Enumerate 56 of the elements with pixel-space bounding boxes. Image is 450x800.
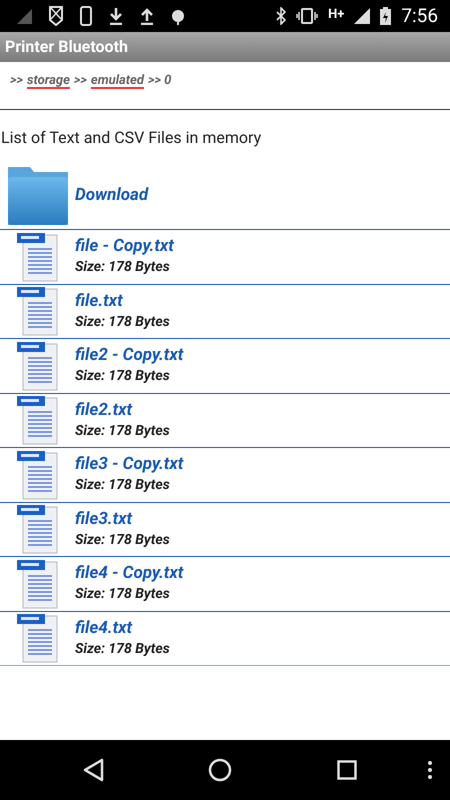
breadcrumb-separator: >> 0 [148, 72, 172, 90]
file-row[interactable]: file3 - Copy.txt Size: 178 Bytes [0, 448, 450, 502]
file-size: Size: 178 Bytes [75, 640, 170, 659]
breadcrumb-separator: >> [10, 72, 24, 90]
text-file-icon [14, 612, 60, 664]
file-row[interactable]: file.txt Size: 178 Bytes [0, 284, 450, 339]
file-size: Size: 178 Bytes [75, 476, 171, 496]
file-size: Size: 178 Bytes [75, 367, 171, 386]
clock: 7:56 [401, 2, 438, 29]
file-row[interactable]: file4 - Copy.txt Size: 178 Bytes [0, 557, 450, 612]
recents-icon[interactable] [336, 760, 357, 780]
phone-icon [80, 6, 92, 26]
back-icon[interactable] [82, 758, 104, 782]
file-row[interactable]: file2 - Copy.txt Size: 178 Bytes [0, 339, 450, 394]
android-icon [171, 7, 185, 25]
file-name: file - Copy.txt [75, 235, 174, 258]
breadcrumb-link[interactable]: storage [27, 71, 70, 90]
folder-row[interactable]: Download [0, 160, 450, 230]
file-name: file3.txt [75, 508, 134, 530]
file-name: file4.txt [75, 616, 134, 639]
network-type: H+ [328, 6, 344, 24]
text-file-icon [14, 340, 60, 392]
file-name: file3 - Copy.txt [75, 453, 184, 476]
file-name: file2 - Copy.txt [75, 344, 184, 366]
sim-icon [49, 6, 63, 26]
text-file-icon [14, 285, 60, 338]
file-row[interactable]: file2.txt Size: 178 Bytes [0, 394, 450, 448]
download-icon [109, 7, 123, 25]
text-file-icon [14, 448, 60, 501]
file-name: file.txt [75, 290, 124, 312]
file-size: Size: 178 Bytes [75, 530, 170, 550]
text-file-icon [14, 394, 60, 446]
file-row[interactable]: file - Copy.txt Size: 178 Bytes [0, 230, 450, 284]
folder-name: Download [75, 184, 148, 206]
vibrate-icon [296, 8, 318, 24]
file-size: Size: 178 Bytes [75, 312, 170, 332]
list-heading: List of Text and CSV Files in memory [0, 127, 262, 149]
breadcrumb-link[interactable]: emulated [90, 71, 144, 90]
file-name: file2.txt [75, 398, 134, 421]
text-file-icon [14, 503, 60, 556]
more-icon[interactable] [427, 760, 434, 780]
signal-icon [16, 8, 32, 24]
file-row[interactable]: file3.txt Size: 178 Bytes [0, 502, 450, 557]
battery-icon [380, 7, 392, 25]
file-name: file4 - Copy.txt [75, 562, 184, 584]
text-file-icon [14, 558, 60, 610]
text-file-icon [14, 230, 60, 283]
home-icon[interactable] [208, 758, 232, 782]
app-title: Printer Bluetooth [5, 36, 128, 58]
signal-icon [354, 8, 370, 24]
breadcrumb-separator: >> [74, 72, 87, 90]
upload-icon [140, 7, 154, 25]
file-size: Size: 178 Bytes [75, 258, 171, 278]
bluetooth-icon [276, 7, 286, 25]
file-size: Size: 178 Bytes [75, 585, 171, 604]
file-size: Size: 178 Bytes [75, 422, 170, 441]
